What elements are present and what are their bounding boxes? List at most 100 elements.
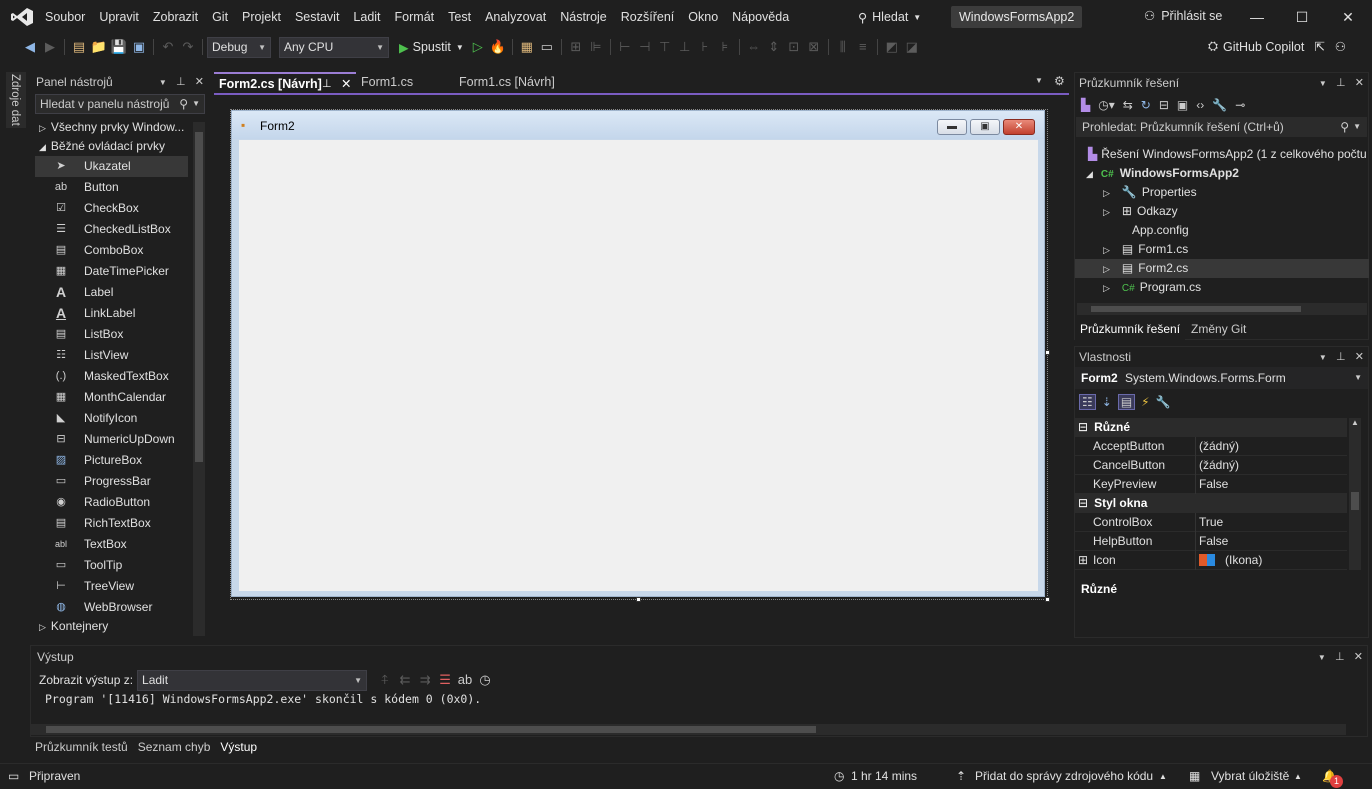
pin-icon[interactable]: ⊥ [322,74,332,94]
tab-list-chevron-icon[interactable]: ▼ [1035,76,1043,85]
prop-category-window-style[interactable]: ⊟ Styl okna [1075,494,1347,513]
menu-okno[interactable]: Okno [681,0,725,34]
toolbox-category-containers[interactable]: ▷ Kontejnery [35,617,108,636]
tree-program[interactable]: ▷ C# Program.cs [1103,278,1201,297]
menu-nastroje[interactable]: Nástroje [553,0,614,34]
tab-output[interactable]: Výstup [215,737,263,758]
status-source-control[interactable]: Přidat do správy zdrojového kódu [975,769,1153,783]
toolbox-item-picturebox[interactable]: ▨ PictureBox [35,450,188,471]
align-lefts-icon[interactable]: ⊫ [586,37,606,57]
toolbox-item-radiobutton[interactable]: ◉ RadioButton [35,492,188,513]
prop-category-misc[interactable]: ⊟ Různé [1075,418,1347,437]
chevron-down-icon[interactable]: ▼ [192,95,200,113]
vertical-spacing-icon[interactable]: ≡ [853,37,873,57]
github-copilot-button[interactable]: ⛭ GitHub Copilot ⇱ ⚇ [1208,39,1346,54]
output-hscrollbar[interactable] [30,724,1346,735]
menu-napoveda[interactable]: Nápověda [725,0,796,34]
pin-icon[interactable]: ⊥ [176,76,186,88]
resize-handle-corner[interactable] [1045,597,1050,602]
toolbox-item-listbox[interactable]: ▤ ListBox [35,324,188,345]
toolbox-item-webbrowser[interactable]: ◍ WebBrowser [35,597,188,618]
toolbox-item-combobox[interactable]: ▤ ComboBox [35,240,188,261]
prop-row-cancelbutton[interactable]: CancelButton (žádný) [1075,456,1347,475]
menu-rozsireni[interactable]: Rozšíření [614,0,682,34]
configuration-select[interactable]: Debug ▼ [207,36,271,58]
chevron-down-icon[interactable]: ▼ [1319,79,1327,88]
maximize-button[interactable]: ☐ [1279,0,1325,34]
close-button[interactable]: ✕ [1325,0,1371,34]
new-project-icon[interactable]: ▤ [69,37,89,57]
scroll-up-icon[interactable]: ▲ [1351,418,1359,427]
run-without-debug-icon[interactable]: ▷ [468,37,488,57]
prop-value[interactable]: False [1199,475,1228,494]
open-folder-icon[interactable]: 📁 [89,37,109,57]
show-all-files-icon[interactable]: ▣ [1177,98,1188,112]
make-same-width-icon[interactable]: ⇔ [744,37,764,57]
toolbox-item-richtextbox[interactable]: ▤ RichTextBox [35,513,188,534]
property-pages-icon[interactable]: 🔧 [1156,395,1171,409]
platform-select[interactable]: Any CPU ▼ [279,36,389,58]
toolbox-scrollbar[interactable] [193,122,205,636]
status-time[interactable]: 1 hr 14 mins [851,769,917,783]
tab-git-changes[interactable]: Změny Git [1185,318,1252,340]
preview-icon[interactable]: ⊸ [1235,98,1245,112]
chevron-up-icon[interactable]: ▲ [1159,772,1167,781]
toolbox-item-numericupdown[interactable]: ⊟ NumericUpDown [35,429,188,450]
tree-references[interactable]: ▷ ⊞ Odkazy [1103,202,1178,221]
align-top-icon[interactable]: ⊥ [675,37,695,57]
make-same-size-icon[interactable]: ⊡ [784,37,804,57]
events-icon[interactable]: ⚡ [1141,395,1149,409]
chevron-down-icon[interactable]: ▼ [1318,653,1326,662]
scrollbar-thumb[interactable] [1351,492,1359,510]
tab-solution-explorer[interactable]: Průzkumník řešení [1075,318,1186,340]
timestamp-clock-icon[interactable]: ◷ [475,670,495,690]
send-to-back-icon[interactable]: ◪ [902,37,922,57]
align-center-icon[interactable]: ⊣ [635,37,655,57]
prop-value[interactable]: (Ikona) [1225,551,1262,570]
bring-to-front-icon[interactable]: ◩ [882,37,902,57]
switch-views-icon[interactable]: ▙ [1081,98,1090,112]
menu-sestavit[interactable]: Sestavit [288,0,346,34]
data-sources-strip[interactable]: Zdroje dat [6,72,26,128]
menu-format[interactable]: Formát [388,0,442,34]
scrollbar-thumb[interactable] [1091,306,1301,312]
back-icon[interactable]: ◀ [20,37,40,57]
toolbox-search-input[interactable]: Hledat v panelu nástrojů ⚲ ▼ [35,94,205,114]
toolbox-item-checkedlistbox[interactable]: ☰ CheckedListBox [35,219,188,240]
output-source-select[interactable]: Ladit ▼ [137,669,368,691]
properties-wrench-icon[interactable]: 🔧 [1212,98,1227,112]
gear-icon[interactable]: ⚙ [1054,74,1065,88]
resize-handle-right[interactable] [1045,350,1050,355]
tab-test-explorer[interactable]: Průzkumník testů [30,737,133,758]
close-icon[interactable]: ✕ [195,76,204,88]
prop-value[interactable]: (žádný) [1199,456,1239,475]
tree-form1[interactable]: ▷ ▤ Form1.cs [1103,240,1188,259]
toolbox-item-pointer[interactable]: ➤ Ukazatel [35,156,188,177]
hot-reload-icon[interactable]: 🔥 [488,37,508,57]
scrollbar-thumb[interactable] [195,132,203,462]
close-icon[interactable]: ✕ [1355,351,1364,363]
close-icon[interactable]: ✕ [1355,77,1364,89]
alphabetical-icon[interactable]: ⇣ [1102,395,1112,409]
menu-ladit[interactable]: Ladit [346,0,387,34]
toolbox-item-label[interactable]: A Label [35,282,188,303]
undo-icon[interactable]: ↶ [158,37,178,57]
chevron-down-icon[interactable]: ▼ [159,78,167,87]
toolbox-item-listview[interactable]: ☷ ListView [35,345,188,366]
forward-icon[interactable]: ▶ [40,37,60,57]
search-button[interactable]: ⚲ Hledat ▼ [858,8,921,26]
close-icon[interactable]: ✕ [341,74,351,94]
toolbox-item-tooltip[interactable]: ▭ ToolTip [35,555,188,576]
collapse-all-icon[interactable]: ⊟ [1159,98,1169,112]
prev-message-icon[interactable]: ⇇ [395,670,415,690]
prop-value[interactable]: (žádný) [1199,437,1239,456]
solution-search-input[interactable]: Prohledat: Průzkumník řešení (Ctrl+ů) ⚲ … [1076,117,1367,137]
view-code-icon[interactable]: ‹› [1196,98,1204,112]
save-all-icon[interactable]: ▣ [129,37,149,57]
prop-row-helpbutton[interactable]: HelpButton False [1075,532,1347,551]
form2-titlebar[interactable]: ▪ Form2 ▬ ▣ ✕ [232,111,1044,139]
prop-value[interactable]: True [1199,513,1223,532]
person-icon[interactable]: ⚇ [1335,39,1346,54]
menu-upravit[interactable]: Upravit [92,0,146,34]
toolbox-item-notifyicon[interactable]: ◣ NotifyIcon [35,408,188,429]
